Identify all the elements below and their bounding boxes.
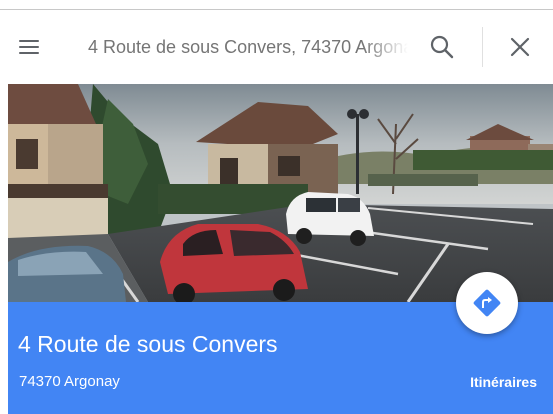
- place-subtitle: 74370 Argonay: [19, 373, 120, 390]
- menu-icon-line: [19, 40, 39, 42]
- search-bar: [0, 10, 553, 84]
- menu-button[interactable]: [16, 34, 42, 60]
- search-icon: [430, 35, 454, 59]
- directions-icon: [473, 289, 501, 317]
- maps-place-card: 4 Route de sous Convers 74370 Argonay It…: [0, 0, 553, 414]
- street-view-photo[interactable]: [8, 84, 553, 302]
- place-title: 4 Route de sous Convers: [18, 331, 278, 357]
- search-divider: [482, 27, 483, 67]
- close-icon: [510, 37, 530, 57]
- menu-icon-line: [19, 46, 39, 48]
- search-button[interactable]: [428, 33, 456, 61]
- search-input[interactable]: [88, 32, 408, 62]
- menu-icon-line: [19, 52, 39, 54]
- close-button[interactable]: [506, 33, 534, 61]
- street-view-image: [8, 84, 553, 302]
- directions-label[interactable]: Itinéraires: [470, 374, 537, 390]
- directions-button[interactable]: [456, 272, 518, 334]
